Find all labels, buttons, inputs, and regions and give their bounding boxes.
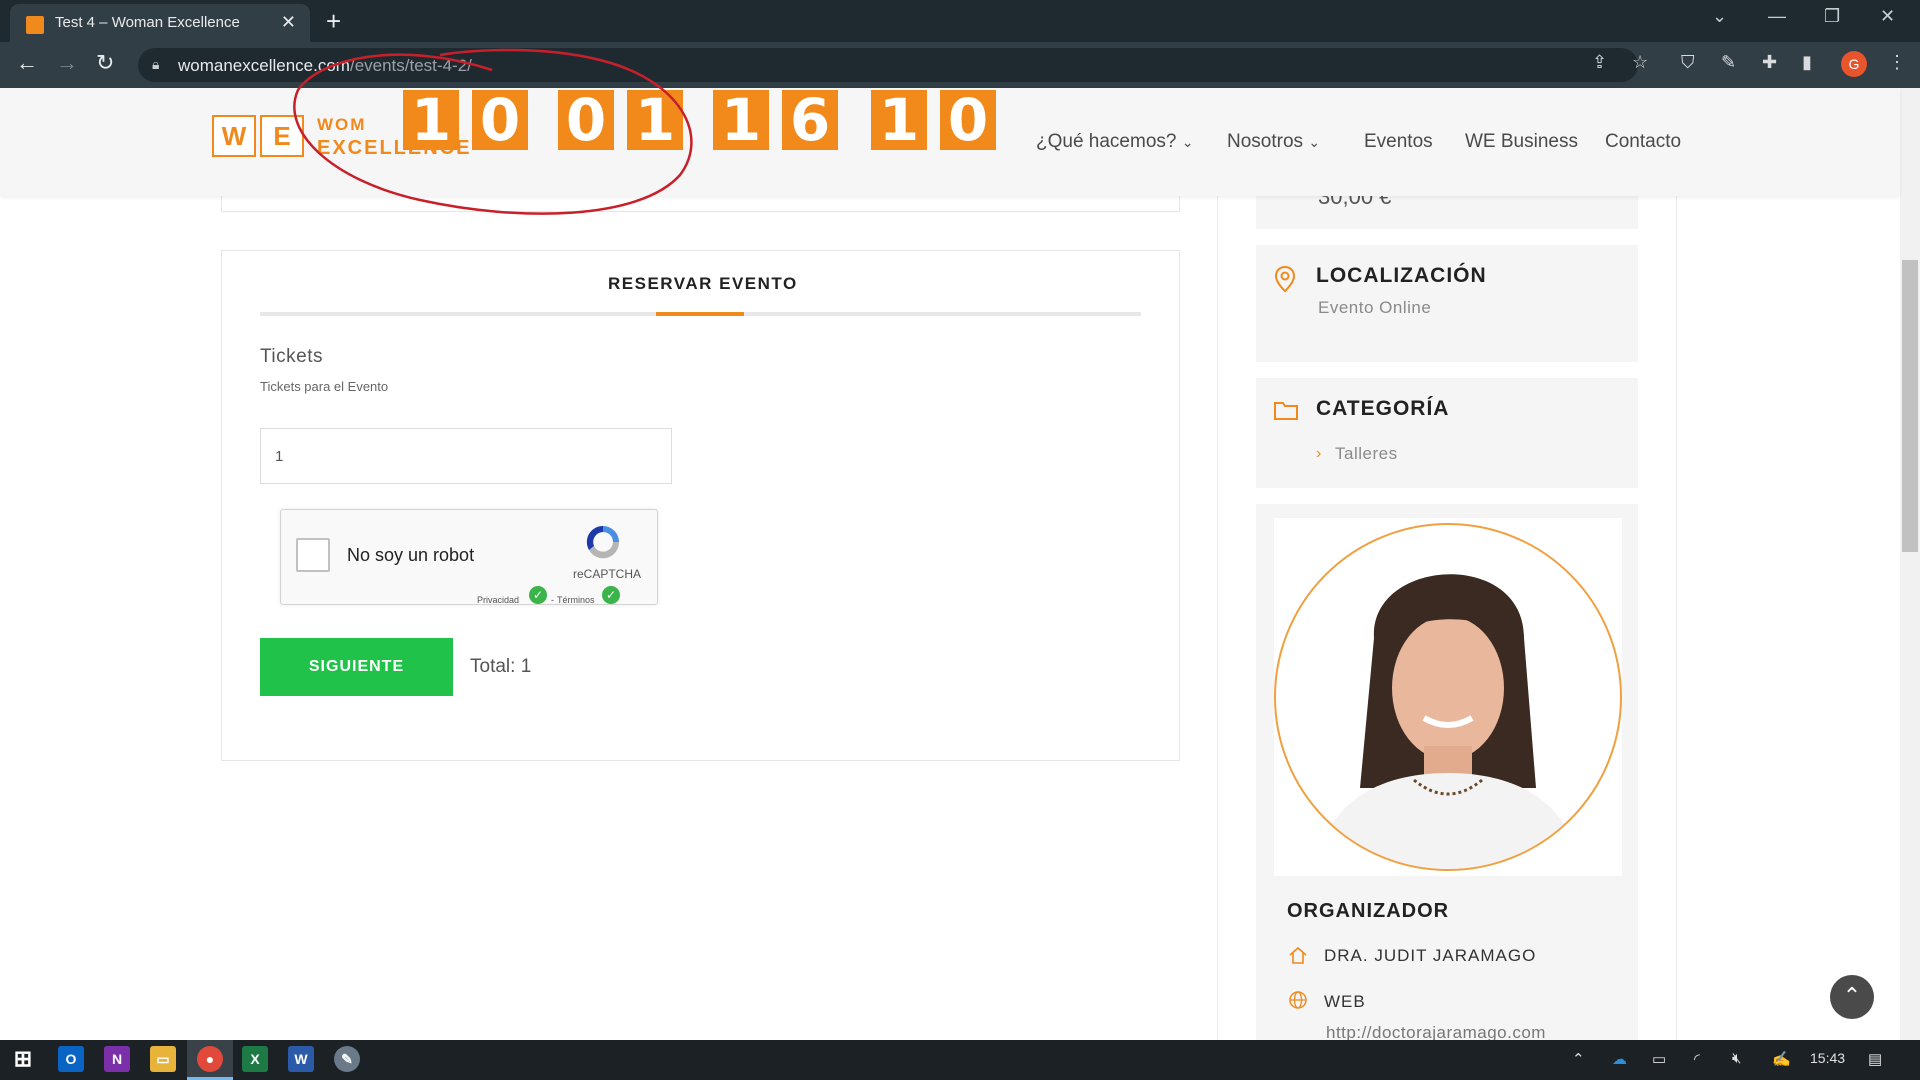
bookmark-star-icon[interactable]: ☆ (1632, 52, 1648, 73)
organizer-name: DRA. JUDIT JARAMAGO (1324, 946, 1537, 965)
share-icon[interactable]: ⇪ (1592, 52, 1607, 73)
nav-eventos[interactable]: Eventos (1364, 131, 1433, 153)
extension-pen-icon[interactable]: ✎ (1721, 52, 1736, 73)
siguiente-button[interactable]: SIGUIENTE (260, 638, 453, 696)
recaptcha-checkbox[interactable] (296, 538, 330, 572)
logo-w: W (212, 115, 256, 157)
reload-icon[interactable]: ↻ (96, 50, 114, 76)
url-domain: womanexcellence.com (178, 56, 350, 75)
nav-label: ¿Qué hacemos? (1036, 131, 1177, 152)
restore-icon[interactable]: ❐ (1824, 6, 1840, 27)
volume-muted-icon[interactable]: 🔇︎ (1732, 1050, 1741, 1067)
recaptcha-terms-link[interactable]: Términos (557, 595, 595, 605)
organizer-title: ORGANIZADOR (1287, 900, 1450, 922)
browser-toolbar: ← → ↻ 🔒︎ womanexcellence.com/events/test… (0, 42, 1920, 88)
chevron-right-icon: › (1316, 445, 1322, 462)
chevron-down-icon: ⌄ (1181, 134, 1194, 150)
extension-shield-icon[interactable]: ⛉ (1681, 52, 1695, 73)
side-panel-icon[interactable]: ▮ (1802, 52, 1812, 73)
home-icon (1289, 946, 1307, 964)
chevron-down-icon: ⌄ (1308, 134, 1321, 150)
file-explorer-icon[interactable]: ▭ (150, 1046, 176, 1072)
url-path: /events/test-4-2/ (349, 56, 472, 75)
globe-icon (1289, 991, 1307, 1009)
ticket-quantity-input[interactable] (260, 428, 672, 484)
location-value: Evento Online (1318, 298, 1432, 317)
onedrive-icon[interactable]: ☁ (1612, 1050, 1627, 1068)
countdown-digit: 0 (940, 90, 996, 150)
web-label: WEB (1324, 992, 1366, 1011)
logo-e: E (260, 115, 304, 157)
extensions-puzzle-icon[interactable]: ✚ (1762, 52, 1777, 73)
notifications-icon[interactable]: ▤ (1868, 1050, 1882, 1068)
pen-icon[interactable]: ✍ (1772, 1050, 1791, 1068)
countdown-digit: 1 (627, 90, 683, 150)
total-text: Total: 1 (470, 656, 532, 677)
windows-start-icon[interactable]: ⊞ (10, 1046, 36, 1072)
taskbar-clock[interactable]: 15:43 (1810, 1050, 1845, 1066)
excel-icon[interactable]: X (242, 1046, 268, 1072)
scroll-to-top-button[interactable]: ⌃ (1830, 975, 1874, 1019)
battery-icon[interactable]: ▭ (1652, 1050, 1666, 1068)
recaptcha-label: No soy un robot (347, 545, 475, 565)
browser-tab[interactable]: Test 4 – Woman Excellence ✕ (10, 4, 310, 42)
scrollbar-thumb[interactable] (1902, 260, 1918, 552)
countdown-digit: 6 (782, 90, 838, 150)
outlook-icon[interactable]: O (58, 1046, 84, 1072)
close-window-icon[interactable]: ✕ (1880, 6, 1895, 27)
recaptcha-brand: reCAPTCHA (573, 567, 642, 581)
tickets-label: Tickets (260, 346, 323, 367)
green-check-icon: ✓ (529, 586, 547, 604)
countdown-digit: 0 (472, 90, 528, 150)
nav-que-hacemos[interactable]: ¿Qué hacemos? ⌄ (1036, 131, 1193, 153)
tab-search-icon[interactable]: ⌄ (1712, 6, 1727, 27)
profile-avatar[interactable]: G (1841, 51, 1867, 77)
browser-tab-strip: Test 4 – Woman Excellence ✕ + ⌄ — ❐ ✕ (0, 0, 1920, 42)
category-box (1256, 378, 1638, 488)
new-tab-button[interactable]: + (326, 6, 341, 37)
chrome-icon[interactable]: ● (197, 1046, 223, 1072)
nav-contacto[interactable]: Contacto (1605, 131, 1681, 153)
wifi-icon[interactable]: ◜ (1694, 1050, 1700, 1068)
tray-overflow-icon[interactable]: ⌃ (1572, 1050, 1585, 1068)
nav-nosotros[interactable]: Nosotros ⌄ (1227, 131, 1320, 153)
app-icon[interactable]: ✎ (334, 1046, 360, 1072)
organizer-photo (1274, 523, 1622, 871)
countdown-digit: 0 (558, 90, 614, 150)
address-bar[interactable]: 🔒︎ womanexcellence.com/events/test-4-2/ (138, 48, 1638, 82)
recaptcha-separator: - (551, 595, 554, 605)
site-favicon-icon (26, 16, 44, 34)
lock-icon: 🔒︎ (152, 56, 160, 72)
word-icon[interactable]: W (288, 1046, 314, 1072)
folder-icon (1274, 402, 1298, 420)
logo-line-1: WOM (317, 115, 367, 134)
recaptcha-privacy-link[interactable]: Privacidad (477, 595, 519, 605)
nav-label: Nosotros (1227, 131, 1304, 152)
recaptcha-logo-icon (586, 525, 620, 559)
tab-active-indicator (656, 312, 744, 316)
forward-icon[interactable]: → (56, 50, 78, 76)
tab-title: Test 4 – Woman Excellence (55, 14, 240, 31)
page-scrollbar[interactable] (1900, 88, 1920, 1040)
minimize-icon[interactable]: — (1768, 6, 1786, 27)
location-box (1256, 245, 1638, 362)
green-check-icon: ✓ (602, 586, 620, 604)
sidebar-divider (1217, 150, 1218, 1040)
recaptcha-widget: No soy un robot reCAPTCHA Privacidad ✓ -… (280, 509, 658, 605)
tab-reservar-evento[interactable]: RESERVAR EVENTO (608, 274, 798, 294)
nav-we-business[interactable]: WE Business (1465, 131, 1578, 153)
category-link-talleres[interactable]: Talleres (1335, 444, 1398, 464)
tickets-help-text: Tickets para el Evento (260, 379, 389, 394)
location-pin-icon (1274, 265, 1296, 293)
countdown-digit: 1 (403, 90, 459, 150)
countdown-digit: 1 (871, 90, 927, 150)
onenote-icon[interactable]: N (104, 1046, 130, 1072)
location-title: LOCALIZACIÓN (1316, 264, 1487, 287)
sidebar-divider (1676, 150, 1677, 1040)
back-icon[interactable]: ← (16, 50, 38, 76)
chrome-menu-icon[interactable]: ⋮ (1888, 52, 1906, 73)
countdown-digit: 1 (713, 90, 769, 150)
close-tab-icon[interactable]: ✕ (281, 12, 296, 33)
category-title: CATEGORÍA (1316, 397, 1450, 420)
